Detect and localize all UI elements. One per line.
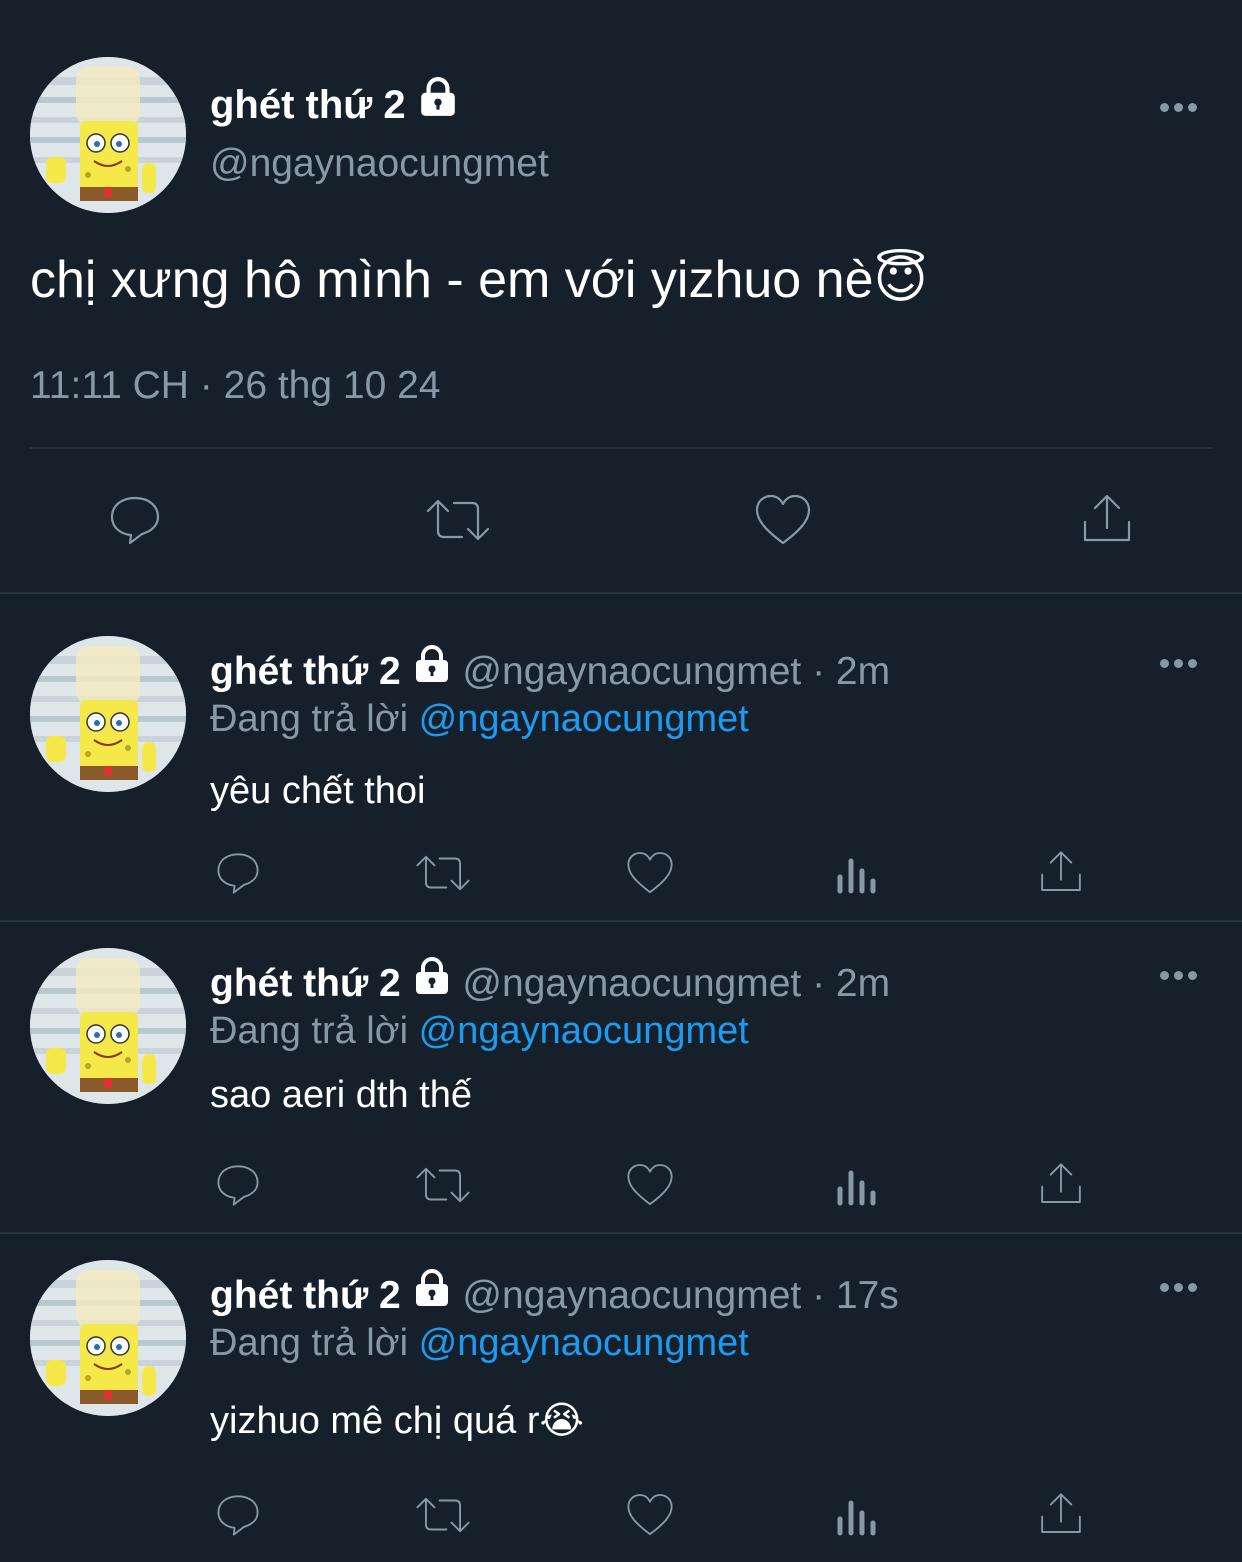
tweet-time[interactable]: 2m [836, 962, 890, 1005]
lock-icon [412, 644, 452, 684]
analytics-icon[interactable] [830, 1488, 882, 1542]
more-options-icon[interactable] [1160, 971, 1200, 983]
reply-header: ghét thứ 2 @ngaynaocungmet · 17s [210, 1268, 899, 1318]
replying-to: Đang trả lời @ngaynaocungmet [210, 1322, 749, 1365]
more-options-icon[interactable] [1160, 1283, 1200, 1295]
separator: · [801, 962, 836, 1005]
replying-to-link[interactable]: @ngaynaocungmet [419, 1322, 749, 1364]
divider [0, 1232, 1242, 1234]
handle[interactable]: @ngaynaocungmet [210, 142, 549, 186]
tweet-time[interactable]: 2m [836, 650, 890, 693]
share-icon[interactable] [1034, 1156, 1088, 1212]
replying-to: Đang trả lời @ngaynaocungmet [210, 698, 749, 741]
separator: · [801, 1274, 836, 1317]
retweet-icon[interactable] [412, 846, 474, 900]
reply-icon[interactable] [210, 1158, 266, 1212]
like-icon[interactable] [622, 1158, 678, 1212]
tweet-text: chị xưng hô mình - em với yizhuo nè😇 [30, 251, 928, 309]
display-name-text[interactable]: ghét thứ 2 [210, 962, 401, 1005]
divider [30, 447, 1212, 449]
replying-label: Đang trả lời [210, 698, 409, 740]
avatar[interactable] [30, 1260, 186, 1416]
retweet-icon[interactable] [422, 490, 494, 550]
avatar[interactable] [30, 636, 186, 792]
separator: · [801, 650, 836, 693]
reply-icon[interactable] [210, 846, 266, 900]
like-icon[interactable] [750, 490, 816, 550]
lock-icon [412, 1268, 452, 1308]
tweet-time[interactable]: 17s [836, 1274, 899, 1317]
more-options-icon[interactable] [1160, 103, 1200, 115]
tweet-text: yizhuo mê chị quá r😭 [210, 1400, 584, 1442]
reply-header: ghét thứ 2 @ngaynaocungmet · 2m [210, 956, 890, 1006]
display-name-text[interactable]: ghét thứ 2 [210, 650, 401, 693]
replying-to: Đang trả lời @ngaynaocungmet [210, 1010, 749, 1053]
avatar[interactable] [30, 948, 186, 1104]
retweet-icon[interactable] [412, 1488, 474, 1542]
replying-to-link[interactable]: @ngaynaocungmet [419, 1010, 749, 1052]
reply-icon[interactable] [210, 1488, 266, 1542]
replying-label: Đang trả lời [210, 1010, 409, 1052]
reply-icon[interactable] [100, 490, 170, 550]
share-icon[interactable] [1076, 488, 1138, 550]
replying-to-link[interactable]: @ngaynaocungmet [419, 698, 749, 740]
divider [0, 920, 1242, 922]
like-icon[interactable] [622, 846, 678, 900]
replying-label: Đang trả lời [210, 1322, 409, 1364]
reply-header: ghét thứ 2 @ngaynaocungmet · 2m [210, 644, 890, 694]
share-icon[interactable] [1034, 844, 1088, 900]
share-icon[interactable] [1034, 1486, 1088, 1542]
retweet-icon[interactable] [412, 1158, 474, 1212]
tweet-timestamp[interactable]: 11:11 CH · 26 thg 10 24 [30, 364, 441, 408]
divider [0, 592, 1242, 594]
display-name-text[interactable]: ghét thứ 2 [210, 1274, 401, 1317]
analytics-icon[interactable] [830, 846, 882, 900]
handle[interactable]: @ngaynaocungmet [462, 1274, 801, 1317]
display-name-text: ghét thứ 2 [210, 83, 406, 127]
more-options-icon[interactable] [1160, 659, 1200, 671]
handle[interactable]: @ngaynaocungmet [462, 650, 801, 693]
analytics-icon[interactable] [830, 1158, 882, 1212]
tweet-text: yêu chết thoi [210, 770, 426, 812]
tweet-text: sao aeri dth thế [210, 1074, 472, 1116]
avatar[interactable] [30, 57, 186, 213]
display-name[interactable]: ghét thứ 2 [210, 76, 459, 128]
like-icon[interactable] [622, 1488, 678, 1542]
handle[interactable]: @ngaynaocungmet [462, 962, 801, 1005]
lock-icon [417, 76, 459, 118]
lock-icon [412, 956, 452, 996]
